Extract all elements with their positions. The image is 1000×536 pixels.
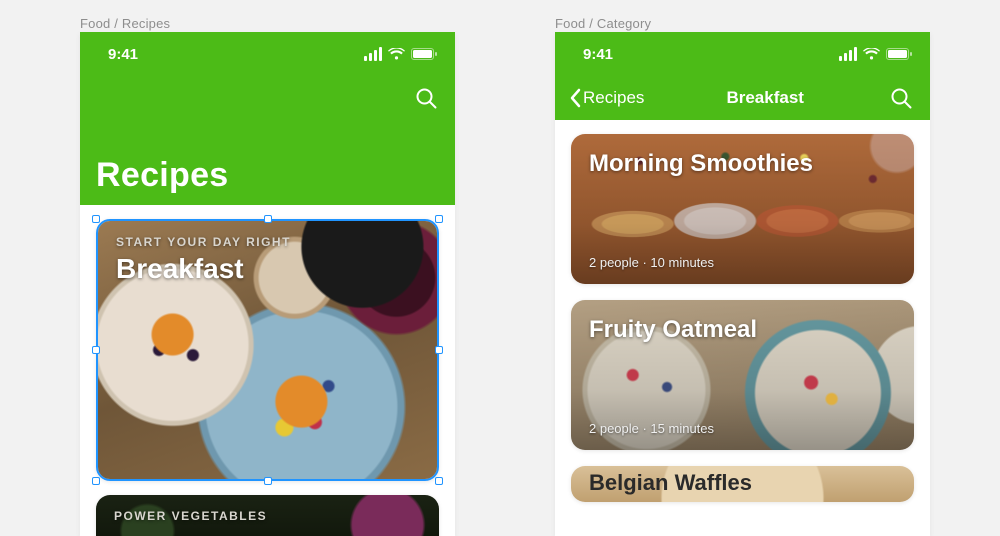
search-icon (890, 87, 912, 109)
resize-handle[interactable] (92, 215, 100, 223)
wifi-icon (388, 48, 405, 60)
signal-icon (839, 47, 857, 61)
search-button[interactable] (411, 83, 441, 113)
recipe-row-smoothies[interactable]: Morning Smoothies 2 people · 10 minutes (571, 134, 914, 284)
resize-handle[interactable] (264, 477, 272, 485)
status-bar: 9:41 (80, 32, 455, 76)
card-eyebrow: START YOUR DAY RIGHT (116, 235, 419, 249)
recipe-title: Belgian Waffles (589, 470, 752, 496)
page-title: Recipes (96, 156, 439, 195)
resize-handle[interactable] (92, 346, 100, 354)
battery-icon (411, 48, 437, 60)
navbar: Recipes Breakfast (555, 76, 930, 120)
card-eyebrow: POWER VEGETABLES (114, 509, 421, 523)
battery-icon (886, 48, 912, 60)
search-icon (415, 87, 437, 109)
resize-handle[interactable] (435, 346, 443, 354)
recipe-row-waffles[interactable]: Belgian Waffles (571, 466, 914, 502)
breadcrumb: Food / Recipes (80, 16, 170, 31)
recipe-card-breakfast[interactable]: START YOUR DAY RIGHT Breakfast (96, 219, 439, 481)
recipe-card-vegetables[interactable]: POWER VEGETABLES (96, 495, 439, 536)
selection-frame[interactable]: START YOUR DAY RIGHT Breakfast (96, 219, 439, 481)
status-time: 9:41 (583, 46, 613, 63)
recipe-meta: 2 people · 15 minutes (589, 421, 714, 436)
resize-handle[interactable] (435, 215, 443, 223)
screen-recipes: 9:41 Recipes (80, 32, 455, 536)
screen-category: 9:41 Recipes Breakfast Morning Smoothies… (555, 32, 930, 536)
recipe-title: Morning Smoothies (589, 150, 813, 178)
search-button[interactable] (886, 83, 916, 113)
card-title: Breakfast (116, 253, 419, 285)
large-title-area: Recipes (80, 120, 455, 205)
recipe-title: Fruity Oatmeal (589, 316, 757, 344)
navbar (80, 76, 455, 120)
page-title: Breakfast (726, 88, 804, 107)
recipe-row-oatmeal[interactable]: Fruity Oatmeal 2 people · 15 minutes (571, 300, 914, 450)
resize-handle[interactable] (435, 477, 443, 485)
status-time: 9:41 (108, 46, 138, 63)
chevron-left-icon (569, 88, 581, 108)
resize-handle[interactable] (92, 477, 100, 485)
recipe-meta: 2 people · 10 minutes (589, 255, 714, 270)
breadcrumb: Food / Category (555, 16, 651, 31)
back-button[interactable]: Recipes (569, 88, 644, 108)
resize-handle[interactable] (264, 215, 272, 223)
back-label: Recipes (583, 88, 644, 108)
status-bar: 9:41 (555, 32, 930, 76)
signal-icon (364, 47, 382, 61)
wifi-icon (863, 48, 880, 60)
